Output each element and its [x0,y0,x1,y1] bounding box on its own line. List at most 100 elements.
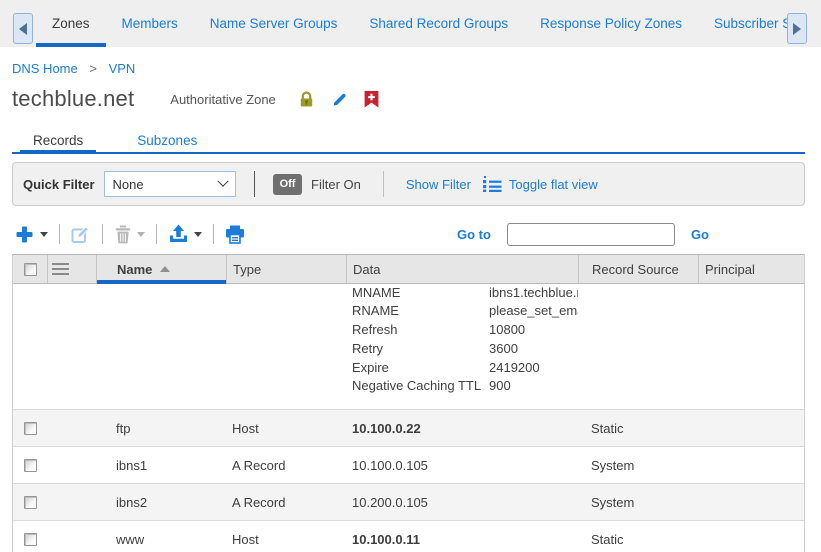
records-table: Name Type Data Record Source Principal M… [12,254,805,552]
cell-name: ibns1 [96,458,226,473]
soa-field-value: 3600 [489,340,578,359]
edit-icon[interactable] [331,91,348,108]
column-label: Type [233,262,261,277]
soa-field-value: 10800 [489,321,578,340]
column-header-name[interactable]: Name [96,255,226,283]
filter-on-label: Filter On [311,177,361,192]
soa-record-row[interactable]: MNAME ibns1.techblue.net RNAME please_se… [13,284,804,409]
divider [156,224,157,244]
tab-records[interactable]: Records [20,126,96,154]
dns-zone-page: Zones Members Name Server Groups Shared … [0,0,821,552]
edit-disabled-icon [71,224,91,244]
table-row[interactable]: ibns2 A Record 10.200.0.105 System [13,483,804,520]
goto-group: Go to Go [457,223,709,246]
soa-field-value: 900 [489,377,578,396]
tab-response-policy-zones[interactable]: Response Policy Zones [524,0,698,47]
tab-label: Records [33,133,83,148]
soa-field: Retry 3600 [352,340,578,359]
column-label: Data [353,262,380,277]
cell-type: A Record [226,458,346,473]
cell-name: ftp [96,421,226,436]
caret-down-icon [40,232,48,237]
export-button[interactable] [166,222,204,246]
delete-record-button [112,223,147,246]
print-icon [225,225,245,244]
add-record-button[interactable] [12,222,50,247]
cell-name: ibns2 [96,495,226,510]
tab-zones[interactable]: Zones [36,0,106,47]
print-button[interactable] [223,223,247,246]
breadcrumb-link-vpn[interactable]: VPN [109,61,136,76]
view-tabs: Records Subzones [12,126,805,154]
go-button[interactable]: Go [691,227,709,242]
plus-icon [14,224,35,245]
toolbar-buttons [12,222,247,247]
row-select-cell [13,422,47,435]
soa-field-value: please_set_email [489,302,578,321]
zone-icons [298,91,379,108]
cell-type: Host [226,421,346,436]
lock-icon [298,91,315,108]
edit-record-button [69,222,93,246]
hamburger-icon [52,263,69,275]
quick-filter-bar: Quick Filter None Off Filter On Show Fil… [12,162,805,206]
caret-down-icon [137,232,145,237]
table-header-row: Name Type Data Record Source Principal [13,254,804,284]
column-header-type[interactable]: Type [226,255,346,283]
bookmark-add-icon[interactable] [364,91,379,108]
filter-on-toggle[interactable]: Off [273,174,302,195]
row-select-cell [13,533,47,546]
header-select-all-cell [13,255,47,283]
tab-name-server-groups[interactable]: Name Server Groups [194,0,354,47]
tab-subzones[interactable]: Subzones [124,126,210,154]
tab-members[interactable]: Members [106,0,194,47]
tabs-scroll-right-button[interactable] [787,13,807,44]
cell-record-source: Static [578,421,698,436]
tab-subscriber-services[interactable]: Subscriber Services [698,0,787,47]
column-header-principal[interactable]: Principal [698,255,804,283]
soa-field-label: Retry [352,340,489,359]
trash-disabled-icon [114,225,132,244]
soa-record-fields: MNAME ibns1.techblue.net RNAME please_se… [346,284,578,409]
soa-field-label: Expire [352,359,489,378]
column-header-record-source[interactable]: Record Source [578,255,698,283]
soa-field-label: MNAME [352,284,489,302]
divider [254,171,256,197]
zone-header: techblue.net Authoritative Zone [12,86,805,112]
toggle-flat-view[interactable]: Toggle flat view [483,176,598,192]
row-checkbox[interactable] [24,496,37,509]
cell-type: A Record [226,495,346,510]
tabs-scroll-left-button[interactable] [13,13,33,44]
column-label: Principal [705,262,755,277]
select-all-checkbox[interactable] [24,263,37,276]
tab-label: Shared Record Groups [369,16,508,31]
goto-label: Go to [457,227,491,242]
cell-record-source: System [578,458,698,473]
top-tabbar: Zones Members Name Server Groups Shared … [0,0,821,47]
quick-filter-select[interactable]: None [104,171,236,197]
column-header-data[interactable]: Data [346,255,578,283]
goto-input[interactable] [507,223,675,246]
cell-data: 10.100.0.22 [346,421,578,436]
tab-label: Members [122,16,178,31]
show-filter-link[interactable]: Show Filter [406,177,471,192]
tab-shared-record-groups[interactable]: Shared Record Groups [353,0,524,47]
divider [102,224,103,244]
quick-filter-value: None [113,177,219,192]
header-drag-cell [47,255,96,283]
toggle-flat-view-link: Toggle flat view [509,177,598,192]
table-row[interactable]: ibns1 A Record 10.100.0.105 System [13,446,804,483]
soa-field: RNAME please_set_email [352,302,578,321]
table-toolbar: Go to Go [12,216,805,252]
table-row[interactable]: www Host 10.100.0.11 Static [13,520,804,552]
row-checkbox[interactable] [24,459,37,472]
table-row[interactable]: ftp Host 10.100.0.22 Static [13,409,804,446]
tab-label: Subscriber Services [714,16,787,31]
column-label: Record Source [592,262,679,277]
quick-filter-label: Quick Filter [23,177,95,192]
row-checkbox[interactable] [24,422,37,435]
row-checkbox[interactable] [24,533,37,546]
tab-label: Response Policy Zones [540,16,682,31]
zone-type-label: Authoritative Zone [170,92,276,107]
breadcrumb-link-dns-home[interactable]: DNS Home [12,61,78,76]
